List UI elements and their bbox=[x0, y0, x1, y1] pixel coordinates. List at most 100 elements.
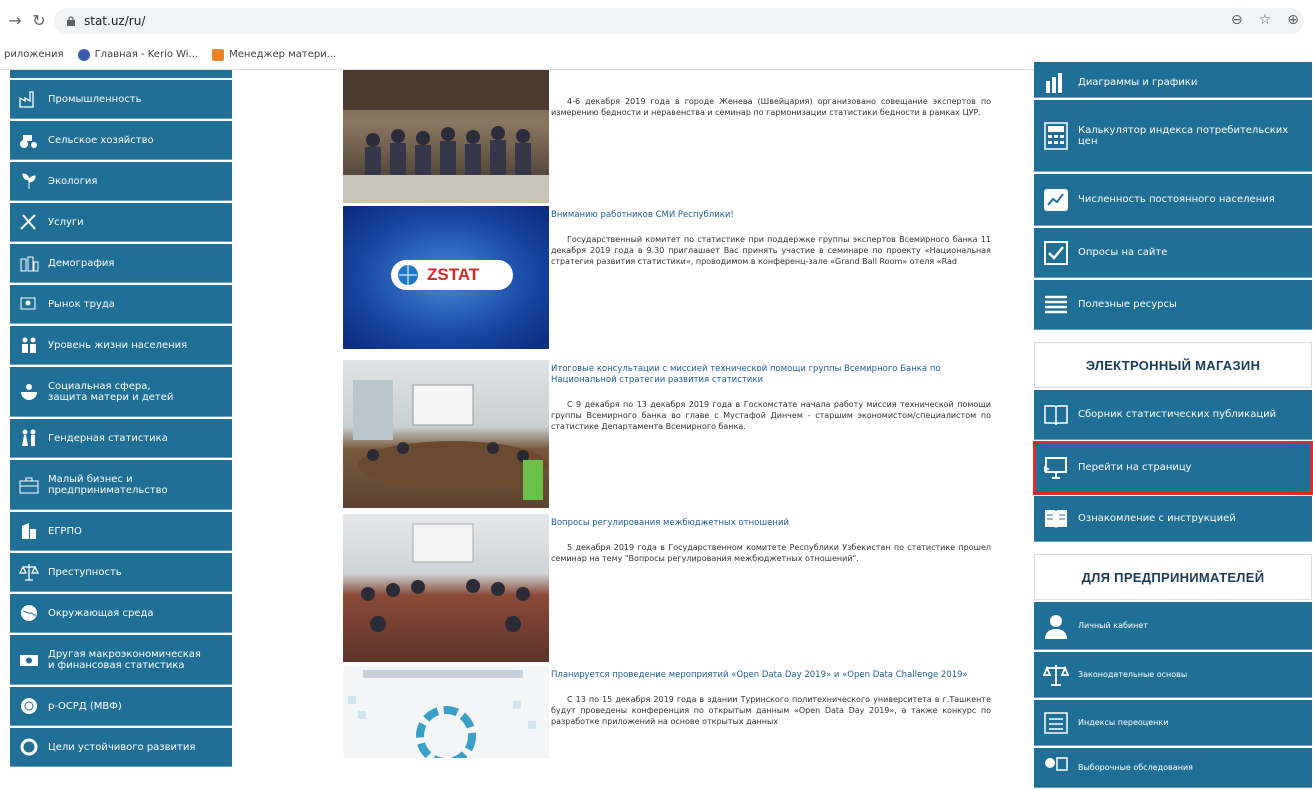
link-personal-account[interactable]: Личный кабинет bbox=[1034, 602, 1312, 650]
building-icon bbox=[18, 520, 40, 542]
database-icon bbox=[1042, 291, 1070, 319]
seminar-photo-icon bbox=[361, 523, 530, 632]
sidebar-item-macro-finance[interactable]: Другая макроэкономическая и финансовая ст… bbox=[10, 635, 232, 685]
extension-icon[interactable]: ⊕ bbox=[1287, 12, 1299, 28]
sidebar-item-industry[interactable]: Промышленность bbox=[10, 80, 232, 119]
sidebar-top-edge bbox=[10, 70, 232, 78]
link-useful-resources[interactable]: Полезные ресурсы bbox=[1034, 280, 1312, 330]
right-sidebar: Диаграммы и графики Калькулятор индекса … bbox=[1033, 62, 1313, 790]
scales-icon bbox=[18, 561, 40, 583]
factory-icon bbox=[18, 88, 40, 110]
sidebar-item-environment[interactable]: Окружающая среда bbox=[10, 594, 232, 633]
bookmark-manager[interactable]: Менеджер матери... bbox=[212, 48, 336, 61]
sidebar-item-agriculture[interactable]: Сельское хозяйство bbox=[10, 121, 232, 160]
link-site-polls[interactable]: Опросы на сайте bbox=[1034, 228, 1312, 278]
news-image-open-data[interactable] bbox=[343, 666, 549, 766]
plant-icon bbox=[18, 170, 40, 192]
zstat-globe-icon bbox=[398, 265, 418, 285]
sidebar-item-gender[interactable]: Гендерная статистика bbox=[10, 419, 232, 458]
gender-icon bbox=[18, 427, 40, 449]
conference-photo-icon bbox=[353, 380, 548, 500]
checkbox-icon bbox=[1042, 239, 1070, 267]
news-photo-seminar[interactable] bbox=[343, 514, 549, 662]
address-bar[interactable]: stat.uz/ru/ bbox=[54, 8, 1304, 34]
sidebar-item-crime[interactable]: Преступность bbox=[10, 553, 232, 592]
link-cpi-calculator[interactable]: Калькулятор индекса потребительских цен bbox=[1034, 100, 1312, 172]
sidebar-item-living-standards[interactable]: Уровень жизни населения bbox=[10, 326, 232, 365]
browser-toolbar: → ↻ stat.uz/ru/ ⊖ ☆ ⊕ bbox=[0, 0, 1313, 40]
category-sidebar: Промышленность Сельское хозяйство Эколог… bbox=[10, 70, 232, 769]
list-icon bbox=[1042, 709, 1070, 737]
news-item: Итоговые консультации с миссией техничес… bbox=[340, 360, 1000, 510]
sidebar-item-small-business[interactable]: Малый бизнес и предпринимательство bbox=[10, 460, 232, 510]
news-item: Вопросы регулирования межбюджетных отнош… bbox=[340, 514, 1000, 662]
news-title-link[interactable]: Итоговые консультации с миссией техничес… bbox=[551, 364, 991, 386]
news-item: Планируется проведение мероприятий «Open… bbox=[340, 666, 1000, 766]
entrepreneurs-heading: ДЛЯ ПРЕДПРИНИМАТЕЛЕЙ bbox=[1034, 554, 1312, 600]
link-instructions[interactable]: Ознакомление с инструкцией bbox=[1034, 496, 1312, 542]
news-body: 4-6 декабря 2019 года в городе Женева (Ш… bbox=[551, 97, 991, 117]
news-body: С 9 декабря по 13 декабря 2019 года в Го… bbox=[551, 400, 991, 431]
bar-chart-icon bbox=[1042, 69, 1070, 97]
open-data-logo-icon bbox=[348, 670, 536, 766]
imf-icon bbox=[18, 695, 40, 717]
zoom-icon[interactable]: ⊖ bbox=[1231, 12, 1243, 28]
population-icon bbox=[1042, 186, 1070, 214]
worker-icon bbox=[18, 293, 40, 315]
news-body: С 13 по 15 декабря 2019 года в здании Ту… bbox=[551, 695, 991, 726]
joomla-icon bbox=[212, 48, 225, 61]
lock-icon bbox=[67, 16, 75, 26]
sidebar-item-sdg[interactable]: Цели устойчивого развития bbox=[10, 728, 232, 767]
user-icon bbox=[1042, 612, 1070, 640]
bookmark-kerio[interactable]: Главная - Kerio Wi... bbox=[77, 48, 198, 61]
url-text: stat.uz/ru/ bbox=[84, 14, 146, 28]
sidebar-item-demography[interactable]: Демография bbox=[10, 244, 232, 283]
sidebar-item-labor-market[interactable]: Рынок труда bbox=[10, 285, 232, 324]
monitor-icon bbox=[1042, 454, 1070, 482]
sidebar-item-ecology[interactable]: Экология bbox=[10, 162, 232, 201]
news-body: Государственный комитет по статистике пр… bbox=[551, 235, 991, 266]
sdg-icon bbox=[18, 736, 40, 758]
manual-icon bbox=[1042, 505, 1070, 533]
kerio-icon bbox=[77, 48, 90, 61]
news-title-link[interactable]: Планируется проведение мероприятий «Open… bbox=[551, 670, 991, 681]
briefcase-icon bbox=[18, 474, 40, 496]
link-sample-surveys[interactable]: Выборочные обследования bbox=[1034, 748, 1312, 788]
meeting-photo-icon bbox=[343, 70, 549, 203]
calculator-icon bbox=[1042, 121, 1070, 150]
link-legislative-basis[interactable]: Законодательные основы bbox=[1034, 652, 1312, 698]
people-icon bbox=[18, 252, 40, 274]
news-item: 4-6 декабря 2019 года в городе Женева (Ш… bbox=[340, 70, 1000, 203]
family-icon bbox=[18, 334, 40, 356]
link-charts[interactable]: Диаграммы и графики bbox=[1034, 62, 1312, 98]
tractor-icon bbox=[18, 129, 40, 151]
tools-icon bbox=[18, 211, 40, 233]
news-image-zstat[interactable]: ZSTAT bbox=[343, 206, 549, 349]
news-photo-geneva[interactable] bbox=[343, 70, 549, 203]
link-go-to-page[interactable]: Перейти на страницу bbox=[1033, 441, 1313, 495]
forward-icon[interactable]: → bbox=[4, 9, 26, 31]
bookmark-apps[interactable]: риложения bbox=[4, 49, 64, 60]
book-icon bbox=[1042, 401, 1070, 429]
page-content: Промышленность Сельское хозяйство Эколог… bbox=[0, 62, 1313, 788]
money-icon bbox=[18, 649, 40, 671]
link-publications[interactable]: Сборник статистических публикаций bbox=[1034, 390, 1312, 440]
sidebar-item-services[interactable]: Услуги bbox=[10, 203, 232, 242]
news-body: 5 декабря 2019 года в Государственном ко… bbox=[551, 543, 991, 563]
sidebar-item-egrpo[interactable]: ЕГРПО bbox=[10, 512, 232, 551]
news-title-link[interactable]: Вопросы регулирования межбюджетных отнош… bbox=[551, 518, 991, 529]
link-revaluation-indices[interactable]: Индексы переоценки bbox=[1034, 700, 1312, 746]
scales-icon bbox=[1042, 661, 1070, 689]
sidebar-item-sdds[interactable]: р-ОСРД (МВФ) bbox=[10, 687, 232, 726]
news-item: ZSTAT Вниманию работников СМИ Республики… bbox=[340, 206, 1000, 354]
sidebar-item-social-sphere[interactable]: Социальная сфера, защита матери и детей bbox=[10, 367, 232, 417]
e-shop-heading: ЭЛЕКТРОННЫЙ МАГАЗИН bbox=[1034, 342, 1312, 388]
link-population[interactable]: Численность постоянного населения bbox=[1034, 174, 1312, 226]
globe-icon bbox=[18, 602, 40, 624]
reload-icon[interactable]: ↻ bbox=[28, 9, 50, 31]
mother-child-icon bbox=[18, 381, 40, 403]
news-photo-consultation[interactable] bbox=[343, 360, 549, 508]
news-title-link[interactable]: Вниманию работников СМИ Республики! bbox=[551, 210, 991, 221]
zstat-logo: ZSTAT bbox=[391, 260, 513, 290]
star-icon[interactable]: ☆ bbox=[1259, 12, 1272, 28]
